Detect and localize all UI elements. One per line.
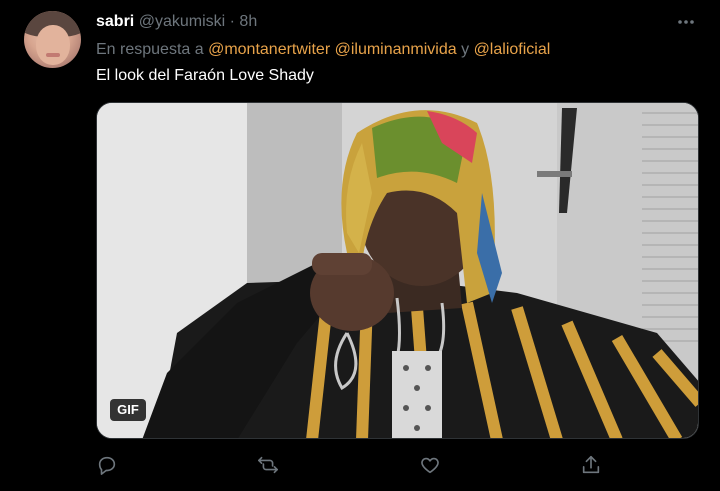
more-options-button[interactable]: [672, 10, 700, 34]
gif-frame-image: [97, 103, 698, 438]
tweet-media-gif[interactable]: [96, 102, 699, 439]
tweet[interactable]: sabri @yakumiski · 8h En respuesta a @mo…: [0, 0, 720, 491]
share-icon: [582, 455, 600, 474]
reply-button[interactable]: [96, 454, 120, 478]
author-name[interactable]: sabri: [96, 13, 134, 30]
tweet-actions: [96, 452, 699, 480]
mention-joiner: y: [461, 41, 470, 58]
avatar[interactable]: [24, 11, 81, 68]
author-handle[interactable]: @yakumiski: [139, 13, 225, 30]
separator-dot: ·: [229, 13, 235, 30]
mention-link[interactable]: @iluminanmivida: [335, 41, 457, 58]
retweet-button[interactable]: [257, 454, 281, 478]
avatar-face: [36, 25, 70, 65]
avatar-lips: [46, 53, 60, 57]
mention-link[interactable]: @lalioficial: [474, 41, 551, 58]
like-icon: [421, 457, 439, 474]
more-horizontal-icon: [678, 20, 694, 24]
reply-icon: [98, 456, 116, 475]
gif-badge: GIF: [110, 399, 146, 421]
retweet-icon: [258, 456, 278, 474]
tweet-text: El look del Faraón Love Shady: [96, 67, 314, 84]
reply-prefix: En respuesta a: [96, 41, 204, 58]
reply-context: En respuesta a @montanertwiter @iluminan…: [96, 40, 550, 60]
tweet-header: sabri @yakumiski · 8h: [96, 12, 257, 32]
tweet-time[interactable]: 8h: [239, 13, 257, 30]
share-button[interactable]: [580, 454, 604, 478]
like-button[interactable]: [419, 454, 443, 478]
mention-link[interactable]: @montanertwiter: [208, 41, 330, 58]
